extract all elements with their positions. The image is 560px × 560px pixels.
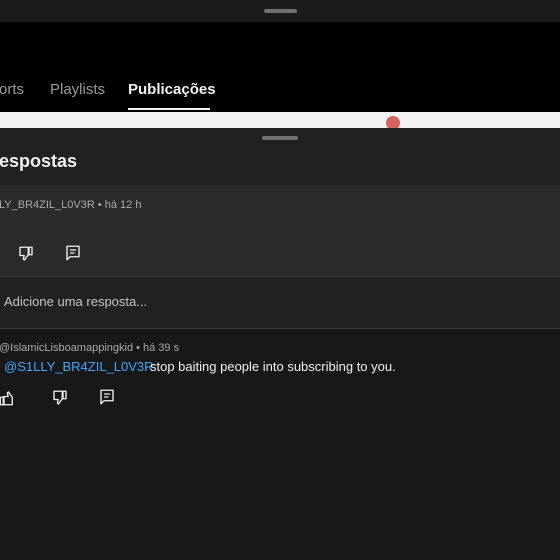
parent-comment-meta: LY_BR4ZIL_L0V3R • há 12 h [0, 199, 142, 211]
sheet-drag-handle[interactable] [262, 136, 298, 140]
mention-link[interactable]: @S1LLY_BR4ZIL_L0V3R [4, 359, 154, 374]
active-tab-indicator [128, 108, 210, 110]
divider [0, 276, 560, 277]
reply-icon[interactable] [64, 244, 82, 262]
tab-publicacoes[interactable]: Publicações [128, 81, 216, 98]
reply-input[interactable]: Adicione uma resposta... [4, 294, 147, 309]
top-drag-handle[interactable] [264, 9, 297, 13]
reply-comment-meta: @IslamicLisboamappingkid • há 39 s [0, 342, 180, 354]
like-icon[interactable] [0, 389, 16, 407]
channel-header [0, 22, 560, 112]
tab-shorts[interactable]: orts [0, 81, 24, 98]
tab-playlists[interactable]: Playlists [50, 81, 105, 98]
reply-icon[interactable] [98, 388, 116, 406]
dislike-icon[interactable] [17, 245, 35, 263]
dislike-icon[interactable] [51, 389, 69, 407]
reply-comment-text: stop baiting people into subscribing to … [150, 359, 396, 374]
sheet-title: espostas [0, 151, 78, 171]
